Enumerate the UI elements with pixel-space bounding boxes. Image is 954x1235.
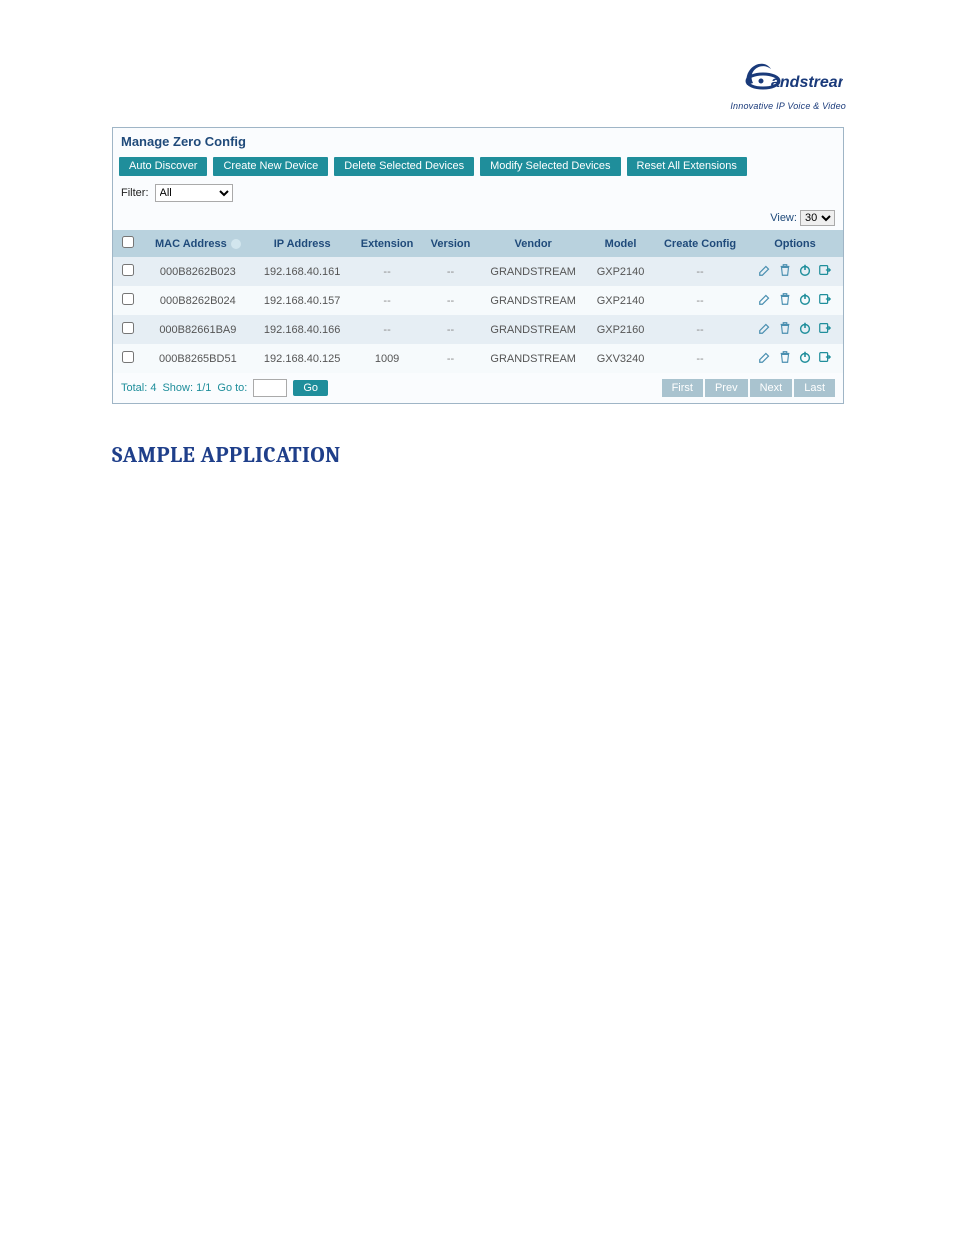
access-icon[interactable] <box>818 263 832 277</box>
col-vendor[interactable]: Vendor <box>478 230 588 257</box>
cell-ip: 192.168.40.166 <box>253 315 352 344</box>
select-all-checkbox[interactable] <box>122 236 134 248</box>
prev-button[interactable]: Prev <box>705 379 748 397</box>
row-checkbox[interactable] <box>122 264 134 276</box>
panel-title: Manage Zero Config <box>113 128 843 157</box>
cell-ip: 192.168.40.161 <box>253 257 352 286</box>
last-button[interactable]: Last <box>794 379 835 397</box>
auto-discover-button[interactable]: Auto Discover <box>119 157 207 176</box>
cell-model: GXP2140 <box>588 257 653 286</box>
cell-ver: -- <box>423 344 479 373</box>
zero-config-panel: Manage Zero Config Auto Discover Create … <box>112 127 844 404</box>
cell-ext: -- <box>352 286 423 315</box>
edit-icon[interactable] <box>758 263 772 277</box>
cell-options <box>747 315 843 344</box>
table-row: 000B82661BA9192.168.40.166----GRANDSTREA… <box>113 315 843 344</box>
col-create[interactable]: Create Config <box>653 230 747 257</box>
first-button[interactable]: First <box>662 379 703 397</box>
filter-select[interactable]: All <box>155 184 233 202</box>
cell-ver: -- <box>423 257 479 286</box>
cell-ver: -- <box>423 286 479 315</box>
view-label: View: <box>770 212 797 224</box>
delete-icon[interactable] <box>778 263 792 277</box>
brand-tagline: Innovative IP Voice & Video <box>730 101 846 111</box>
access-icon[interactable] <box>818 321 832 335</box>
row-checkbox[interactable] <box>122 293 134 305</box>
cell-ip: 192.168.40.157 <box>253 286 352 315</box>
cell-vendor: GRANDSTREAM <box>478 315 588 344</box>
col-ver[interactable]: Version <box>423 230 479 257</box>
cell-model: GXV3240 <box>588 344 653 373</box>
pager: First Prev Next Last <box>662 379 835 397</box>
access-icon[interactable] <box>818 350 832 364</box>
reboot-icon[interactable] <box>798 263 812 277</box>
cell-ip: 192.168.40.125 <box>253 344 352 373</box>
cell-options <box>747 286 843 315</box>
cell-create: -- <box>653 315 747 344</box>
row-checkbox[interactable] <box>122 351 134 363</box>
table-row: 000B8265BD51192.168.40.1251009--GRANDSTR… <box>113 344 843 373</box>
cell-create: -- <box>653 257 747 286</box>
cell-vendor: GRANDSTREAM <box>478 257 588 286</box>
cell-model: GXP2160 <box>588 315 653 344</box>
access-icon[interactable] <box>818 292 832 306</box>
cell-ext: -- <box>352 315 423 344</box>
cell-options <box>747 344 843 373</box>
edit-icon[interactable] <box>758 321 772 335</box>
cell-options <box>747 257 843 286</box>
filter-label: Filter: <box>121 187 149 199</box>
edit-icon[interactable] <box>758 292 772 306</box>
view-row: View: 30 <box>113 210 843 230</box>
table-footer: Total: 4 Show: 1/1 Go to: Go First Prev … <box>113 373 843 403</box>
next-button[interactable]: Next <box>750 379 793 397</box>
modify-selected-button[interactable]: Modify Selected Devices <box>480 157 620 176</box>
reboot-icon[interactable] <box>798 321 812 335</box>
table-row: 000B8262B023192.168.40.161----GRANDSTREA… <box>113 257 843 286</box>
col-options: Options <box>747 230 843 257</box>
filter-row: Filter: All <box>113 182 843 210</box>
cell-mac: 000B82661BA9 <box>143 315 253 344</box>
cell-create: -- <box>653 344 747 373</box>
reboot-icon[interactable] <box>798 292 812 306</box>
toolbar: Auto Discover Create New Device Delete S… <box>113 157 843 182</box>
delete-icon[interactable] <box>778 292 792 306</box>
cell-model: GXP2140 <box>588 286 653 315</box>
show-label: Show: 1/1 <box>162 382 211 394</box>
edit-icon[interactable] <box>758 350 772 364</box>
cell-ver: -- <box>423 315 479 344</box>
cell-vendor: GRANDSTREAM <box>478 286 588 315</box>
row-checkbox[interactable] <box>122 322 134 334</box>
total-label: Total: 4 <box>121 382 156 394</box>
col-ext[interactable]: Extension <box>352 230 423 257</box>
col-mac[interactable]: MAC Address <box>143 230 253 257</box>
create-new-device-button[interactable]: Create New Device <box>213 157 328 176</box>
view-select[interactable]: 30 <box>800 210 835 226</box>
goto-label: Go to: <box>217 382 247 394</box>
cell-mac: 000B8265BD51 <box>143 344 253 373</box>
col-ip[interactable]: IP Address <box>253 230 352 257</box>
go-button[interactable]: Go <box>293 380 328 396</box>
cell-ext: -- <box>352 257 423 286</box>
devices-table: MAC Address IP Address Extension Version… <box>113 230 843 373</box>
cell-ext: 1009 <box>352 344 423 373</box>
cell-create: -- <box>653 286 747 315</box>
col-model[interactable]: Model <box>588 230 653 257</box>
delete-icon[interactable] <box>778 350 792 364</box>
delete-icon[interactable] <box>778 321 792 335</box>
cell-mac: 000B8262B023 <box>143 257 253 286</box>
delete-selected-button[interactable]: Delete Selected Devices <box>334 157 474 176</box>
table-row: 000B8262B024192.168.40.157----GRANDSTREA… <box>113 286 843 315</box>
cell-mac: 000B8262B024 <box>143 286 253 315</box>
section-heading: SAMPLE APPLICATION <box>112 442 341 468</box>
brand-logo: andstream Innovative IP Voice & Video <box>730 55 846 111</box>
reboot-icon[interactable] <box>798 350 812 364</box>
reset-all-button[interactable]: Reset All Extensions <box>627 157 747 176</box>
goto-input[interactable] <box>253 379 287 397</box>
sort-icon <box>231 239 241 249</box>
cell-vendor: GRANDSTREAM <box>478 344 588 373</box>
svg-text:andstream: andstream <box>771 74 843 91</box>
